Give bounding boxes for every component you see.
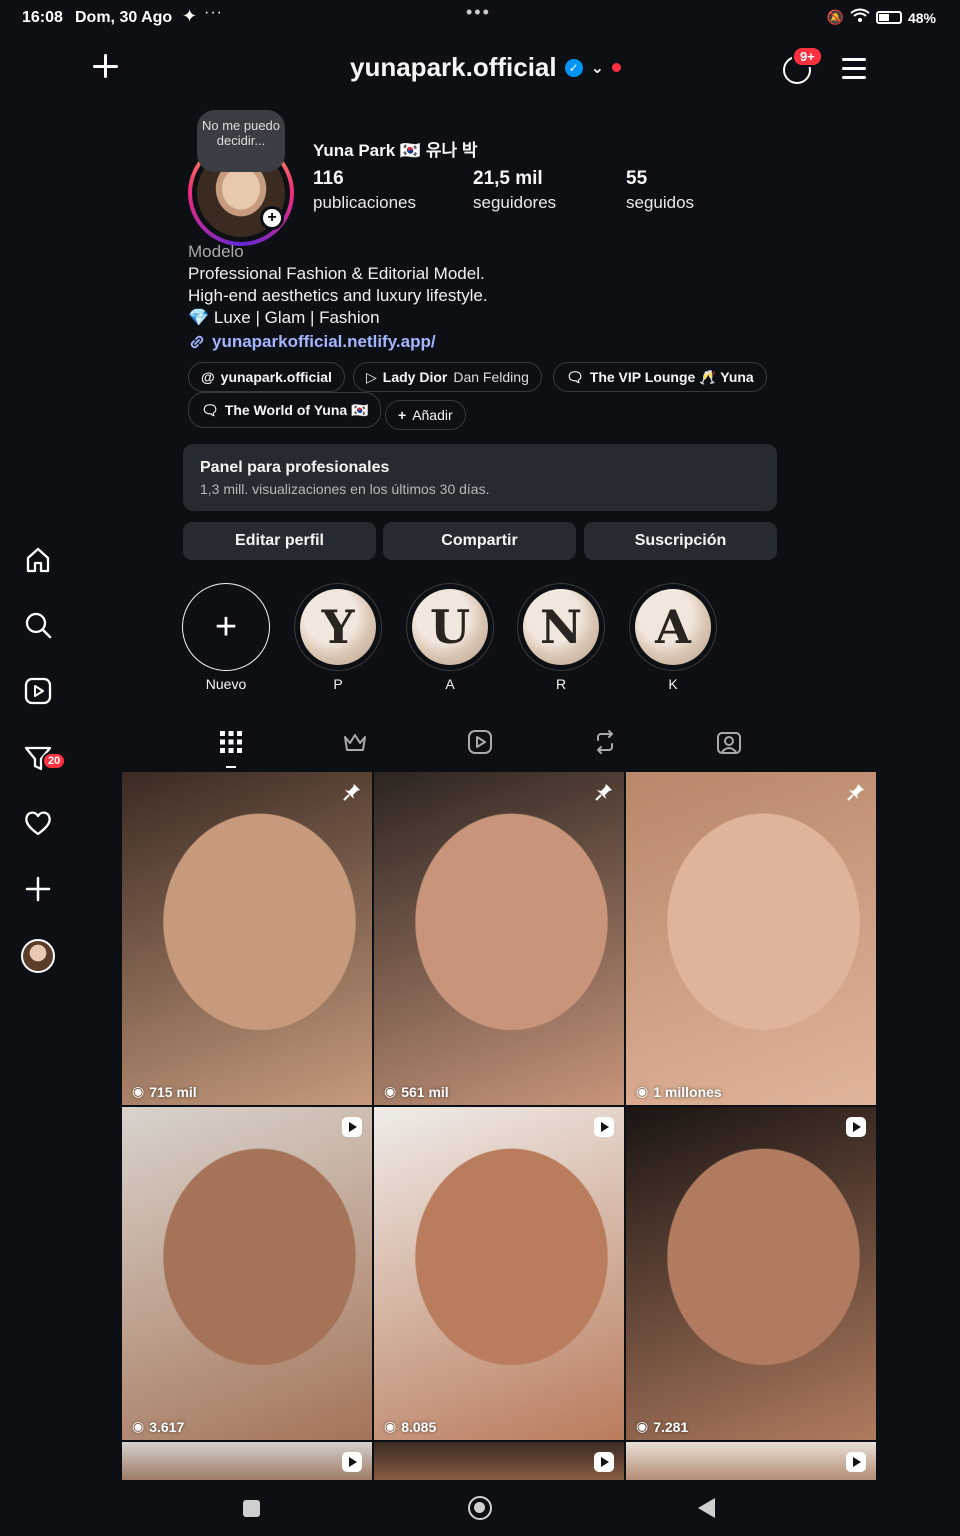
home-button[interactable] xyxy=(468,1496,492,1520)
account-switcher[interactable]: yunapark.official ✓ ⌄ xyxy=(350,52,622,83)
highlight-new[interactable]: + Nuevo xyxy=(182,583,270,692)
home-icon[interactable] xyxy=(18,540,58,580)
highlight-item[interactable]: N R xyxy=(517,583,605,692)
chat-icon: 🗨 xyxy=(201,401,219,418)
battery-icon xyxy=(875,11,902,24)
sparkle-icon: ✦ xyxy=(182,6,198,26)
menu-icon[interactable] xyxy=(842,58,866,80)
grid-icon[interactable] xyxy=(211,722,251,762)
post-tile[interactable] xyxy=(374,1442,624,1480)
posts-stat[interactable]: 116 publicaciones xyxy=(313,168,416,213)
profile-bio: Professional Fashion & Editorial Model. … xyxy=(188,264,488,327)
back-button[interactable] xyxy=(698,1498,715,1518)
post-tile[interactable]: ◉ 715 mil xyxy=(122,772,372,1105)
tagged-icon[interactable] xyxy=(709,722,749,762)
reels-icon[interactable] xyxy=(460,722,500,762)
display-name: Yuna Park 🇰🇷 유나 박 xyxy=(313,141,478,160)
chevron-down-icon: ⌄ xyxy=(590,59,605,77)
chip-channel-world[interactable]: 🗨 The World of Yuna 🇰🇷 xyxy=(188,392,382,428)
active-tab-indicator xyxy=(226,766,236,768)
more-status-icon: ··· xyxy=(204,4,223,21)
avatar xyxy=(21,939,55,973)
mute-icon: 🔕 xyxy=(826,9,844,25)
professional-dashboard[interactable]: Panel para profesionales 1,3 mill. visua… xyxy=(183,444,777,511)
username-title: yunapark.official xyxy=(350,52,557,82)
highlight-item[interactable]: A K xyxy=(629,583,717,692)
create-button[interactable] xyxy=(90,50,122,82)
share-profile-button[interactable]: Compartir xyxy=(383,522,576,560)
chat-icon: 🗨 xyxy=(566,368,584,385)
play-icon: ▷ xyxy=(366,368,377,385)
following-stat[interactable]: 55 seguidos xyxy=(626,168,694,213)
followers-stat[interactable]: 21,5 mil seguidores xyxy=(473,168,556,213)
edit-profile-button[interactable]: Editar perfil xyxy=(183,522,376,560)
eye-icon: ◉ xyxy=(132,1418,145,1434)
post-tile[interactable]: ◉ 561 mil xyxy=(374,772,624,1105)
recents-button[interactable] xyxy=(243,1500,260,1517)
subscription-button[interactable]: Suscripción xyxy=(584,522,777,560)
reel-icon xyxy=(846,1117,866,1137)
highlight-item[interactable]: Y P xyxy=(294,583,382,692)
wifi-icon xyxy=(850,8,870,27)
filter-badge: 20 xyxy=(42,752,67,770)
system-nav-bar xyxy=(0,1480,960,1536)
filter-icon[interactable]: 20 xyxy=(18,738,67,778)
profile-note[interactable]: No me puedo decidir... xyxy=(197,110,285,172)
chip-music[interactable]: ▷ Lady Dior Dan Felding xyxy=(353,362,542,392)
eye-icon: ◉ xyxy=(132,1083,145,1099)
threads-icon: @ xyxy=(201,369,215,385)
profile-link[interactable]: yunaparkofficial.netlify.app/ xyxy=(188,332,436,352)
repost-icon[interactable] xyxy=(585,722,625,762)
pin-icon xyxy=(846,782,866,802)
eye-icon: ◉ xyxy=(384,1083,397,1099)
profile-nav-item[interactable] xyxy=(18,936,58,976)
chip-threads[interactable]: @ yunapark.official xyxy=(188,362,345,392)
search-icon[interactable] xyxy=(18,605,58,645)
post-tile[interactable] xyxy=(626,1442,876,1480)
notification-badge: 9+ xyxy=(792,46,823,67)
post-tile[interactable]: ◉ 3.617 xyxy=(122,1107,372,1440)
post-tile[interactable]: ◉ 1 millones xyxy=(626,772,876,1105)
heart-icon[interactable] xyxy=(18,803,58,843)
eye-icon: ◉ xyxy=(636,1083,649,1099)
profile-tabs xyxy=(183,722,777,762)
highlight-item[interactable]: U A xyxy=(406,583,494,692)
date: Dom, 30 Ago xyxy=(75,9,173,26)
clock: 16:08 xyxy=(22,9,63,26)
create-icon[interactable] xyxy=(18,869,58,909)
profile-category: Modelo xyxy=(188,242,244,261)
verified-badge-icon: ✓ xyxy=(564,58,583,77)
pin-icon xyxy=(594,782,614,802)
reel-icon xyxy=(846,1452,866,1472)
reel-icon xyxy=(342,1117,362,1137)
unread-dot xyxy=(612,63,622,72)
status-bar: 16:08 Dom, 30 Ago ✦ ··· ••• 🔕 48% xyxy=(0,0,960,38)
plus-icon: + xyxy=(214,605,238,648)
chip-channel-vip[interactable]: 🗨 The VIP Lounge 🥂 Yuna xyxy=(553,362,767,392)
reels-icon[interactable] xyxy=(18,671,58,711)
crown-icon[interactable] xyxy=(335,722,375,762)
link-icon xyxy=(190,335,204,349)
reel-icon xyxy=(342,1452,362,1472)
window-handle-icon[interactable]: ••• xyxy=(466,2,491,23)
plus-icon: + xyxy=(398,407,407,423)
pin-icon xyxy=(342,782,362,802)
battery-level: 48% xyxy=(907,9,936,26)
post-tile[interactable]: ◉ 7.281 xyxy=(626,1107,876,1440)
chip-add[interactable]: + Añadir xyxy=(385,400,466,430)
eye-icon: ◉ xyxy=(384,1418,397,1434)
status-icons: 🔕 48% xyxy=(827,8,936,27)
add-story-icon[interactable]: + xyxy=(260,206,284,230)
reel-icon xyxy=(594,1452,614,1472)
post-tile[interactable]: ◉ 8.085 xyxy=(374,1107,624,1440)
eye-icon: ◉ xyxy=(636,1418,649,1434)
post-tile[interactable] xyxy=(122,1442,372,1480)
reel-icon xyxy=(594,1117,614,1137)
